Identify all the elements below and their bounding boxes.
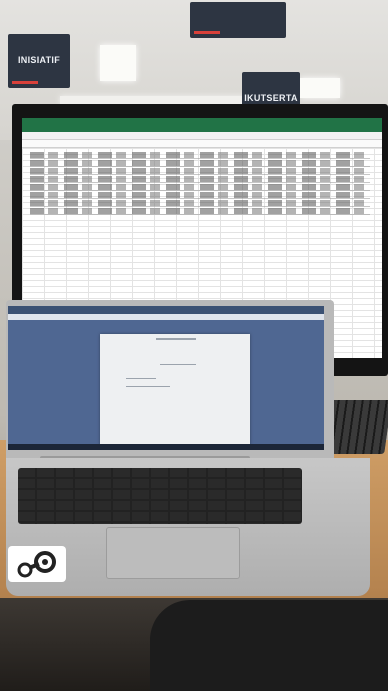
excel-tabs bbox=[22, 132, 382, 140]
excel-formula-bar bbox=[22, 140, 382, 148]
steam-sticker-icon bbox=[8, 546, 66, 582]
table-row bbox=[30, 176, 370, 183]
laptop-screen bbox=[8, 306, 324, 450]
table-row bbox=[30, 160, 370, 167]
sign-ikutserta-label: IKUTSERTA bbox=[244, 93, 298, 103]
laptop-keyboard bbox=[18, 468, 302, 524]
sign-top bbox=[190, 2, 286, 38]
doc-line bbox=[156, 338, 196, 340]
ceiling-light bbox=[100, 45, 136, 81]
browser-titlebar bbox=[8, 306, 324, 314]
browser-tabs bbox=[8, 314, 324, 320]
table-row bbox=[30, 200, 370, 207]
table-row bbox=[30, 168, 370, 175]
sign-inisiatif: INISIATIF bbox=[8, 34, 70, 88]
table-row bbox=[30, 192, 370, 199]
ceiling-light bbox=[300, 78, 340, 98]
doc-line bbox=[126, 378, 156, 379]
laptop-trackpad bbox=[106, 527, 240, 579]
table-row bbox=[30, 184, 370, 191]
doc-line bbox=[126, 386, 170, 387]
doc-line bbox=[160, 364, 196, 365]
table-row bbox=[30, 152, 370, 159]
document-preview bbox=[100, 334, 250, 446]
ceiling-light bbox=[60, 96, 260, 104]
excel-ribbon bbox=[22, 118, 382, 132]
sign-inisiatif-label: INISIATIF bbox=[17, 55, 61, 65]
photo-scene: INISIATIF IKUTSERTA bbox=[0, 0, 388, 691]
table-row bbox=[30, 208, 370, 215]
taskbar bbox=[8, 444, 324, 450]
office-chair bbox=[150, 600, 388, 691]
excel-data-rows bbox=[30, 152, 370, 216]
